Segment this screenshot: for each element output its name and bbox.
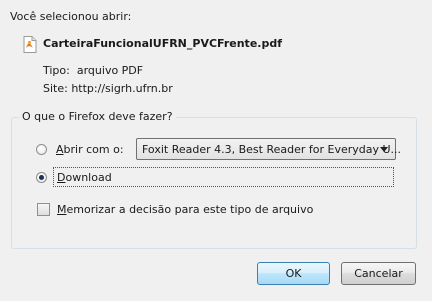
open-with-app-select[interactable]: Foxit Reader 4.3, Best Reader for Everyd… bbox=[136, 138, 401, 160]
open-with-label-text: brir com o: bbox=[63, 143, 124, 156]
action-group-title: O que o Firefox deve fazer? bbox=[19, 110, 176, 123]
cancel-button[interactable]: Cancelar bbox=[341, 262, 416, 285]
open-with-access-key: A bbox=[56, 143, 64, 156]
dialog-intro: Você selecionou abrir: bbox=[10, 10, 132, 23]
pdf-file-icon bbox=[23, 36, 37, 53]
file-name: CarteiraFuncionalUFRN_PVCFrente.pdf bbox=[43, 37, 282, 50]
chevron-down-icon bbox=[380, 147, 388, 152]
open-with-app-value: Foxit Reader 4.3, Best Reader for Everyd… bbox=[142, 143, 402, 156]
remember-checkbox[interactable] bbox=[37, 203, 50, 216]
file-type-row: Tipo: arquivo PDF bbox=[43, 64, 143, 77]
download-label-text: ownload bbox=[65, 171, 112, 184]
ok-button[interactable]: OK bbox=[257, 262, 330, 285]
file-site-label: Site: bbox=[43, 82, 68, 95]
file-type-value: arquivo PDF bbox=[76, 64, 144, 77]
download-radio[interactable] bbox=[36, 172, 47, 183]
file-site-row: Site: http://sigrh.ufrn.br bbox=[43, 82, 173, 95]
open-with-radio[interactable] bbox=[36, 144, 47, 155]
download-label[interactable]: Download bbox=[57, 171, 112, 184]
open-with-label[interactable]: Abrir com o: bbox=[56, 143, 124, 156]
file-site-value: http://sigrh.ufrn.br bbox=[71, 82, 173, 95]
remember-label-text: emorizar a decisão para este tipo de arq… bbox=[66, 203, 314, 216]
remember-label[interactable]: Memorizar a decisão para este tipo de ar… bbox=[57, 203, 313, 216]
remember-access-key: M bbox=[57, 203, 67, 216]
file-type-label: Tipo: bbox=[43, 64, 70, 77]
